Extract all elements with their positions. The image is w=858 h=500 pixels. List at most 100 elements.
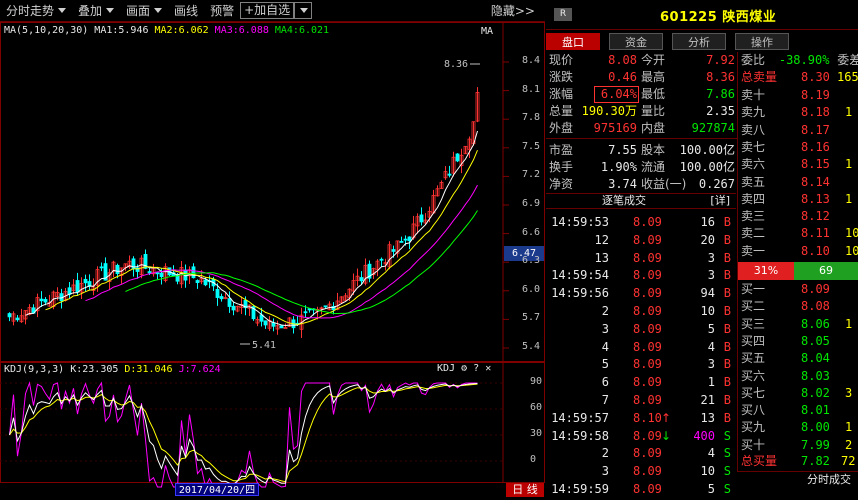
help-icon[interactable]: ? <box>473 363 479 374</box>
tick-volume: 10 <box>700 304 715 318</box>
ask-ratio-bar: 69 <box>794 262 858 280</box>
tick-price: 8.09 <box>633 268 662 283</box>
dropdown-arrow-icon <box>58 8 67 13</box>
kline-chart[interactable]: 8.36 5.41 <box>0 22 546 500</box>
ask-level-row[interactable]: 卖六 8.15 1 <box>741 156 858 173</box>
tick-row: 14:59:58 8.09 ↓ 400 S <box>549 428 737 445</box>
tick-time: 7 <box>601 393 609 407</box>
bid-level-row[interactable]: 买五 8.04 <box>741 350 858 367</box>
tick-time: 3 <box>601 321 609 336</box>
quote-label: 量比 <box>641 104 666 118</box>
bid-level-row[interactable]: 买六 8.03 <box>741 368 858 385</box>
level-label: 卖五 <box>741 174 766 189</box>
bid-level-row[interactable]: 买七 8.02 3 <box>741 385 858 402</box>
tick-volume: 10 <box>700 464 715 479</box>
tick-price: 8.09 <box>633 232 662 247</box>
tab-operation[interactable]: 操作 <box>735 33 789 50</box>
close-icon[interactable]: ✕ <box>485 363 491 374</box>
tick-price: 8.09 <box>633 446 662 461</box>
weicha-label: 委差 <box>837 53 858 67</box>
bid-level-row[interactable]: 买三 8.06 1 <box>741 316 858 333</box>
price-axis-tick: 8.4 <box>522 55 541 66</box>
candle-body <box>303 311 308 314</box>
ask-level-row[interactable]: 卖四 8.13 1 <box>741 191 858 208</box>
toolbar-draw-button[interactable]: 画线 <box>168 1 204 21</box>
level-price: 8.11 <box>801 226 830 241</box>
settings-icon[interactable]: ⚙ <box>461 363 467 374</box>
tick-price: 8.09 <box>633 357 662 372</box>
add-to-watchlist-button[interactable]: +加自选 <box>240 2 295 19</box>
bid-level-row[interactable]: 买一 8.09 <box>741 281 858 298</box>
candle-body <box>263 320 268 326</box>
tick-price: 8.09 <box>633 464 662 479</box>
hide-panel-button[interactable]: 隐藏>> <box>485 1 541 21</box>
quote-value: 0.267 <box>698 177 735 191</box>
quote-row: 净资 3.74 收益(一) 0.267 <box>549 176 737 193</box>
ask-level-row[interactable]: 卖二 8.11 10 <box>741 225 858 242</box>
stock-title: 601225 陕西煤业 <box>660 10 777 25</box>
kdj-j-value: J:7.624 <box>178 364 221 375</box>
kdj-d-line <box>9 383 478 483</box>
level-label: 买二 <box>741 299 766 314</box>
kdj-legend: KDJ(9,3,3) K:23.305 D:31.046 J:7.624 <box>4 364 227 375</box>
tab-orderbook[interactable]: 盘口 <box>546 33 600 50</box>
level-volume: 1 <box>845 105 853 120</box>
tab-analysis[interactable]: 分析 <box>672 33 726 50</box>
level-label: 买八 <box>741 403 766 418</box>
tick-side: B <box>723 393 731 407</box>
tick-detail-link[interactable]: [详] <box>710 194 730 208</box>
ma-indicator-tag[interactable]: MA <box>481 26 493 37</box>
time-sales-button[interactable]: 分时成交 <box>800 472 858 488</box>
ask-level-row[interactable]: 卖五 8.14 <box>741 174 858 191</box>
ask-level-row[interactable]: 卖十 8.19 <box>741 87 858 104</box>
toolbar-view-menu[interactable]: 画面 <box>120 1 168 21</box>
bid-level-row[interactable]: 买八 8.01 <box>741 402 858 419</box>
toolbar-alert-button[interactable]: 预警 <box>204 1 240 21</box>
candle-body <box>75 280 80 293</box>
price-axis-tick: 7.8 <box>522 112 541 124</box>
bid-level-row[interactable]: 买九 8.00 1 <box>741 419 858 436</box>
hide-panel-label: 隐藏>> <box>490 4 535 18</box>
bid-total-price: 7.82 <box>801 454 830 468</box>
ask-level-row[interactable]: 卖七 8.16 <box>741 139 858 156</box>
bid-level-row[interactable]: 买四 8.05 <box>741 333 858 350</box>
watchlist-dropdown[interactable] <box>294 2 313 19</box>
toolbar-intraday-menu[interactable]: 分时走势 <box>0 1 72 21</box>
quote-label: 换手 <box>549 160 574 174</box>
tick-price: 8.10 <box>633 410 662 425</box>
candle-body <box>215 289 220 298</box>
level-label: 卖七 <box>741 139 766 154</box>
low-annotation: 5.41 <box>252 340 276 351</box>
candle-body <box>283 327 288 329</box>
quote-value: 2.35 <box>706 104 735 118</box>
dropdown-arrow-icon <box>154 8 163 13</box>
tick-time: 14:59:54 <box>551 268 609 283</box>
bid-ratio-bar: 31% <box>738 262 794 280</box>
level-label: 卖九 <box>741 105 766 120</box>
tick-price: 8.09 <box>633 482 662 496</box>
ask-total-price: 8.30 <box>801 70 830 84</box>
bid-level-row[interactable]: 买二 8.08 <box>741 298 858 315</box>
quote-value: 0.46 <box>608 70 637 84</box>
tick-price: 8.09 <box>633 286 662 301</box>
quote-value: 8.36 <box>706 70 735 84</box>
ask-level-row[interactable]: 卖三 8.12 <box>741 208 858 225</box>
tab-funds[interactable]: 资金 <box>609 33 663 50</box>
quote-row: 外盘 975169 内盘 927874 <box>549 120 737 137</box>
price-gridlines <box>503 61 509 349</box>
ask-level-row[interactable]: 卖九 8.18 1 <box>741 104 858 121</box>
ask-level-row[interactable]: 卖八 8.17 <box>741 122 858 139</box>
kdj-axis-tick: 30 <box>530 428 543 439</box>
level-label: 买六 <box>741 368 766 383</box>
toolbar-overlay-menu[interactable]: 叠加 <box>72 1 120 21</box>
tick-price: 8.09 <box>633 321 662 336</box>
level-volume: 1 <box>845 191 853 206</box>
kdj-d-value: D:31.046 <box>124 364 173 375</box>
kdj-j-line <box>9 381 478 489</box>
quote-row: 换手 1.90% 流通 100.00亿 <box>549 159 737 176</box>
level-label: 卖二 <box>741 226 766 241</box>
bid-level-row[interactable]: 买十 7.99 2 <box>741 437 858 454</box>
ask-level-row[interactable]: 卖一 8.10 10 <box>741 243 858 260</box>
tick-price: 8.09 <box>633 428 662 443</box>
period-label[interactable]: 日 线 <box>506 483 544 497</box>
